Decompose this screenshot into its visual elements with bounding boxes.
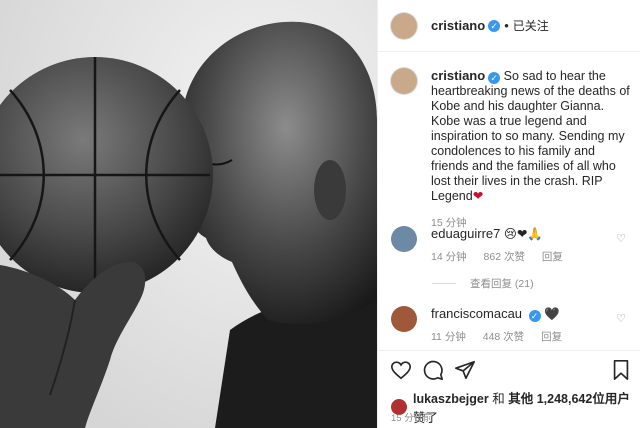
- post-timestamp[interactable]: 15 分钟前: [391, 410, 433, 424]
- likes-connector: 和: [492, 392, 505, 406]
- bookmark-icon[interactable]: [610, 359, 632, 381]
- post-header: cristiano ✓ • 已关注: [378, 0, 640, 52]
- comment-time[interactable]: 14 分钟: [431, 251, 467, 263]
- comment-emojis: 😢❤🙏: [503, 227, 543, 241]
- post-panel: cristiano ✓ • 已关注 cristiano ✓ So sad to h…: [377, 0, 640, 428]
- comment-text-block: franciscomacau ✓ 🖤 11 分钟 448 次赞 回复: [431, 306, 576, 345]
- small-heart-icon[interactable]: ♡: [616, 312, 626, 325]
- comment-icon[interactable]: [422, 359, 444, 381]
- heart-emoji-icon: ❤: [472, 189, 484, 203]
- likes-text: lukaszbejger 和 其他 1,248,642位用户 赞了: [413, 388, 640, 426]
- action-bar: [378, 350, 640, 386]
- reply-button[interactable]: 回复: [542, 251, 563, 263]
- caption-body: So sad to hear the heartbreaking news of…: [431, 69, 630, 203]
- likes-others-label[interactable]: 其他: [508, 392, 533, 406]
- comment-likes[interactable]: 862 次赞: [484, 251, 525, 263]
- separator-dot: •: [504, 18, 509, 33]
- likes-count[interactable]: 1,248,642: [537, 392, 593, 406]
- caption: cristiano ✓ So sad to hear the heartbreak…: [391, 68, 631, 231]
- comment-username[interactable]: franciscomacau: [431, 306, 522, 321]
- comment-meta: 14 分钟 862 次赞 回复: [431, 250, 577, 265]
- caption-text-block: cristiano ✓ So sad to hear the heartbreak…: [431, 68, 631, 231]
- comment-verified-icon: ✓: [528, 310, 541, 322]
- comment-text-block: eduaguirre7 😢❤🙏 14 分钟 862 次赞 回复: [431, 226, 577, 265]
- comment-likes[interactable]: 448 次赞: [483, 331, 524, 343]
- comment-time[interactable]: 11 分钟: [431, 331, 466, 343]
- heart-outline-icon[interactable]: [390, 359, 412, 381]
- author-line: cristiano ✓ • 已关注: [431, 17, 549, 34]
- comment-avatar[interactable]: [391, 306, 417, 332]
- author-username[interactable]: cristiano: [431, 18, 485, 33]
- comment-item: franciscomacau ✓ 🖤 11 分钟 448 次赞 回复: [391, 306, 631, 345]
- caption-avatar[interactable]: [391, 68, 417, 94]
- small-heart-icon[interactable]: ♡: [616, 232, 626, 245]
- kobe-photo: [0, 0, 377, 428]
- caption-username[interactable]: cristiano: [431, 68, 485, 83]
- author-avatar[interactable]: [391, 12, 417, 39]
- first-liker[interactable]: lukaszbejger: [413, 392, 489, 406]
- comment-item: eduaguirre7 😢❤🙏 14 分钟 862 次赞 回复: [391, 226, 631, 265]
- send-icon[interactable]: [454, 359, 476, 381]
- comment-username[interactable]: eduaguirre7: [431, 226, 500, 241]
- likes-suffix[interactable]: 位用户: [592, 392, 630, 406]
- verified-badge-icon: ✓: [488, 19, 501, 32]
- follow-status-button[interactable]: 已关注: [513, 17, 549, 34]
- replies-line: [432, 283, 456, 284]
- comment-meta: 11 分钟 448 次赞 回复: [431, 330, 576, 345]
- reply-button[interactable]: 回复: [541, 331, 562, 343]
- view-replies-link[interactable]: 查看回复 (21): [432, 276, 534, 291]
- comment-avatar[interactable]: [391, 226, 417, 252]
- comment-emojis: 🖤: [544, 307, 560, 321]
- post-photo[interactable]: [0, 0, 377, 428]
- caption-verified-icon: ✓: [488, 72, 501, 84]
- view-replies-label: 查看回复 (21): [470, 278, 534, 290]
